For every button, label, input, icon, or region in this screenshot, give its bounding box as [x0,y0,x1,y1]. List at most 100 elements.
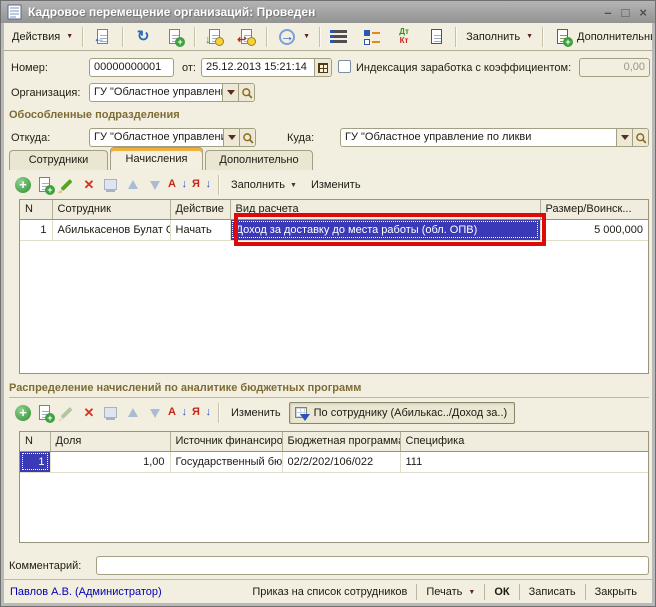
tab-additional[interactable]: Дополнительно [205,150,313,170]
add-row-icon[interactable] [13,175,33,195]
cell-n[interactable]: 1 [20,219,52,240]
column-header-calc-type[interactable]: Вид расчета [230,200,540,219]
toolbar-separator [122,27,124,47]
sort-descending-icon[interactable]: Я↓ [191,175,213,195]
calendar-button[interactable] [314,59,331,76]
maximize-icon[interactable]: □ [622,6,630,19]
close-button[interactable]: Закрыть [586,583,646,601]
tab-accruals[interactable]: Начисления [110,147,203,170]
sort-descending-icon[interactable]: Я↓ [191,403,213,423]
magnifier-icon [242,132,254,144]
add-row-icon[interactable] [13,403,33,423]
organization-combo[interactable]: ГУ "Областное управление по ликви [89,83,255,102]
post-document-button[interactable]: ↓ [199,24,231,50]
tab-employees[interactable]: Сотрудники [9,150,108,170]
column-header-specifics[interactable]: Специфика [400,432,648,451]
change-distribution-button[interactable]: Изменить [225,404,287,422]
cell-program[interactable]: 02/2/202/106/022 [282,451,400,472]
sort-ascending-icon[interactable]: А↓ [167,403,189,423]
move-down-icon[interactable] [145,403,165,423]
toolbar-separator [319,27,321,47]
actions-button[interactable]: Действия▼ [6,28,79,46]
dt-kt-button[interactable]: ДтКт [388,24,420,50]
additional-experience-button[interactable]: Дополнительные стажи [547,24,656,50]
comment-input[interactable] [96,556,649,575]
lookup-button[interactable] [238,84,254,101]
toolbar-separator [82,27,84,47]
cell-calc-type-selected[interactable]: Доход за доставку до места работы (обл. … [230,219,540,240]
distribution-toolbar: ✕ А↓ Я↓ Изменить По сотруднику (Абилькас… [13,401,515,425]
current-user: Павлов А.В. (Администратор) [10,586,243,598]
dropdown-button[interactable] [223,129,239,146]
cell-action[interactable]: Начать [170,219,230,240]
delete-row-icon[interactable]: ✕ [79,175,99,195]
indexation-checkbox[interactable] [338,60,351,73]
refresh-button[interactable]: ↻ [127,24,159,50]
dropdown-button[interactable] [222,84,238,101]
journal-button[interactable] [420,24,452,50]
unpost-document-button[interactable]: ↩ [231,24,263,50]
column-header-action[interactable]: Действие [170,200,230,219]
accruals-header-row: N Сотрудник Действие Вид расчета Размер/… [20,200,648,219]
cell-source[interactable]: Государственный бюджет [170,451,282,472]
employee-list-order-button[interactable]: Приказ на список сотрудников [243,583,416,601]
delete-row-icon[interactable]: ✕ [79,403,99,423]
cell-amount[interactable]: 5 000,000 [540,219,648,240]
column-header-n[interactable]: N [20,200,52,219]
column-header-share[interactable]: Доля [50,432,170,451]
column-header-program[interactable]: Бюджетная программа [282,432,400,451]
chevron-down-icon: ▼ [468,589,475,596]
journal-icon [426,27,446,47]
copy-row-icon[interactable] [35,403,55,423]
distribution-title: Распределение начислений по аналитике бю… [9,382,361,394]
number-label: Номер: [11,62,48,74]
dt-kt-icon: ДтКт [394,27,414,47]
lookup-button[interactable] [239,129,255,146]
chevron-down-icon: ▼ [526,33,533,40]
to-combo[interactable]: ГУ "Областное управление по ликви [340,128,649,147]
window-border [1,603,655,606]
fill-table-button[interactable]: Заполнить▼ [225,176,303,194]
cell-n-selected[interactable]: 1 [20,451,50,472]
table-row[interactable]: 1 1,00 Государственный бюджет 02/2/202/1… [20,451,648,472]
from-combo[interactable]: ГУ "Областное управление по ликви [89,128,256,147]
dropdown-button[interactable] [616,129,632,146]
column-header-employee[interactable]: Сотрудник [52,200,170,219]
close-icon[interactable]: × [639,6,647,19]
window-border [652,23,655,606]
calendar-icon [318,63,328,73]
column-header-n[interactable]: N [20,432,50,451]
cell-specifics[interactable]: 111 [400,451,648,472]
cell-share[interactable]: 1,00 [50,451,170,472]
copy-button[interactable] [159,24,191,50]
fill-button[interactable]: Заполнить▼ [460,28,539,46]
minimize-icon[interactable]: – [604,6,611,19]
sort-ascending-icon[interactable]: А↓ [167,175,189,195]
magnifier-icon [241,87,253,99]
move-up-icon[interactable] [123,403,143,423]
number-input[interactable]: 00000000001 [89,58,174,77]
edit-row-icon[interactable] [57,175,77,195]
ok-button[interactable]: ОК [485,583,518,601]
save-button[interactable]: Записать [520,583,585,601]
go-to-button[interactable]: → ▼ [271,24,316,50]
reread-button[interactable]: ← [87,24,119,50]
by-employee-filter-button[interactable]: По сотруднику (Абилькас../Доход за..) [289,402,516,424]
cell-employee[interactable]: Абилькасенов Булат Ома... [52,219,170,240]
to-label: Куда: [287,132,314,144]
table-row[interactable]: 1 Абилькасенов Булат Ома... Начать Доход… [20,219,648,240]
print-button[interactable]: Печать▼ [417,583,484,601]
column-header-source[interactable]: Источник финансирован.. [170,432,282,451]
move-up-icon[interactable] [123,175,143,195]
column-header-amount[interactable]: Размер/Воинск... [540,200,648,219]
change-table-button[interactable]: Изменить [305,176,367,194]
toolbar-separator [542,27,544,47]
settings-list-button[interactable] [356,24,388,50]
window-border [1,23,4,606]
move-down-icon[interactable] [145,175,165,195]
copy-row-icon[interactable] [35,175,55,195]
structure-button[interactable] [324,24,356,50]
lookup-button[interactable] [632,129,648,146]
date-input[interactable]: 25.12.2013 15:21:14 [201,58,332,77]
window-title: Кадровое перемещение организаций: Провед… [28,5,598,19]
